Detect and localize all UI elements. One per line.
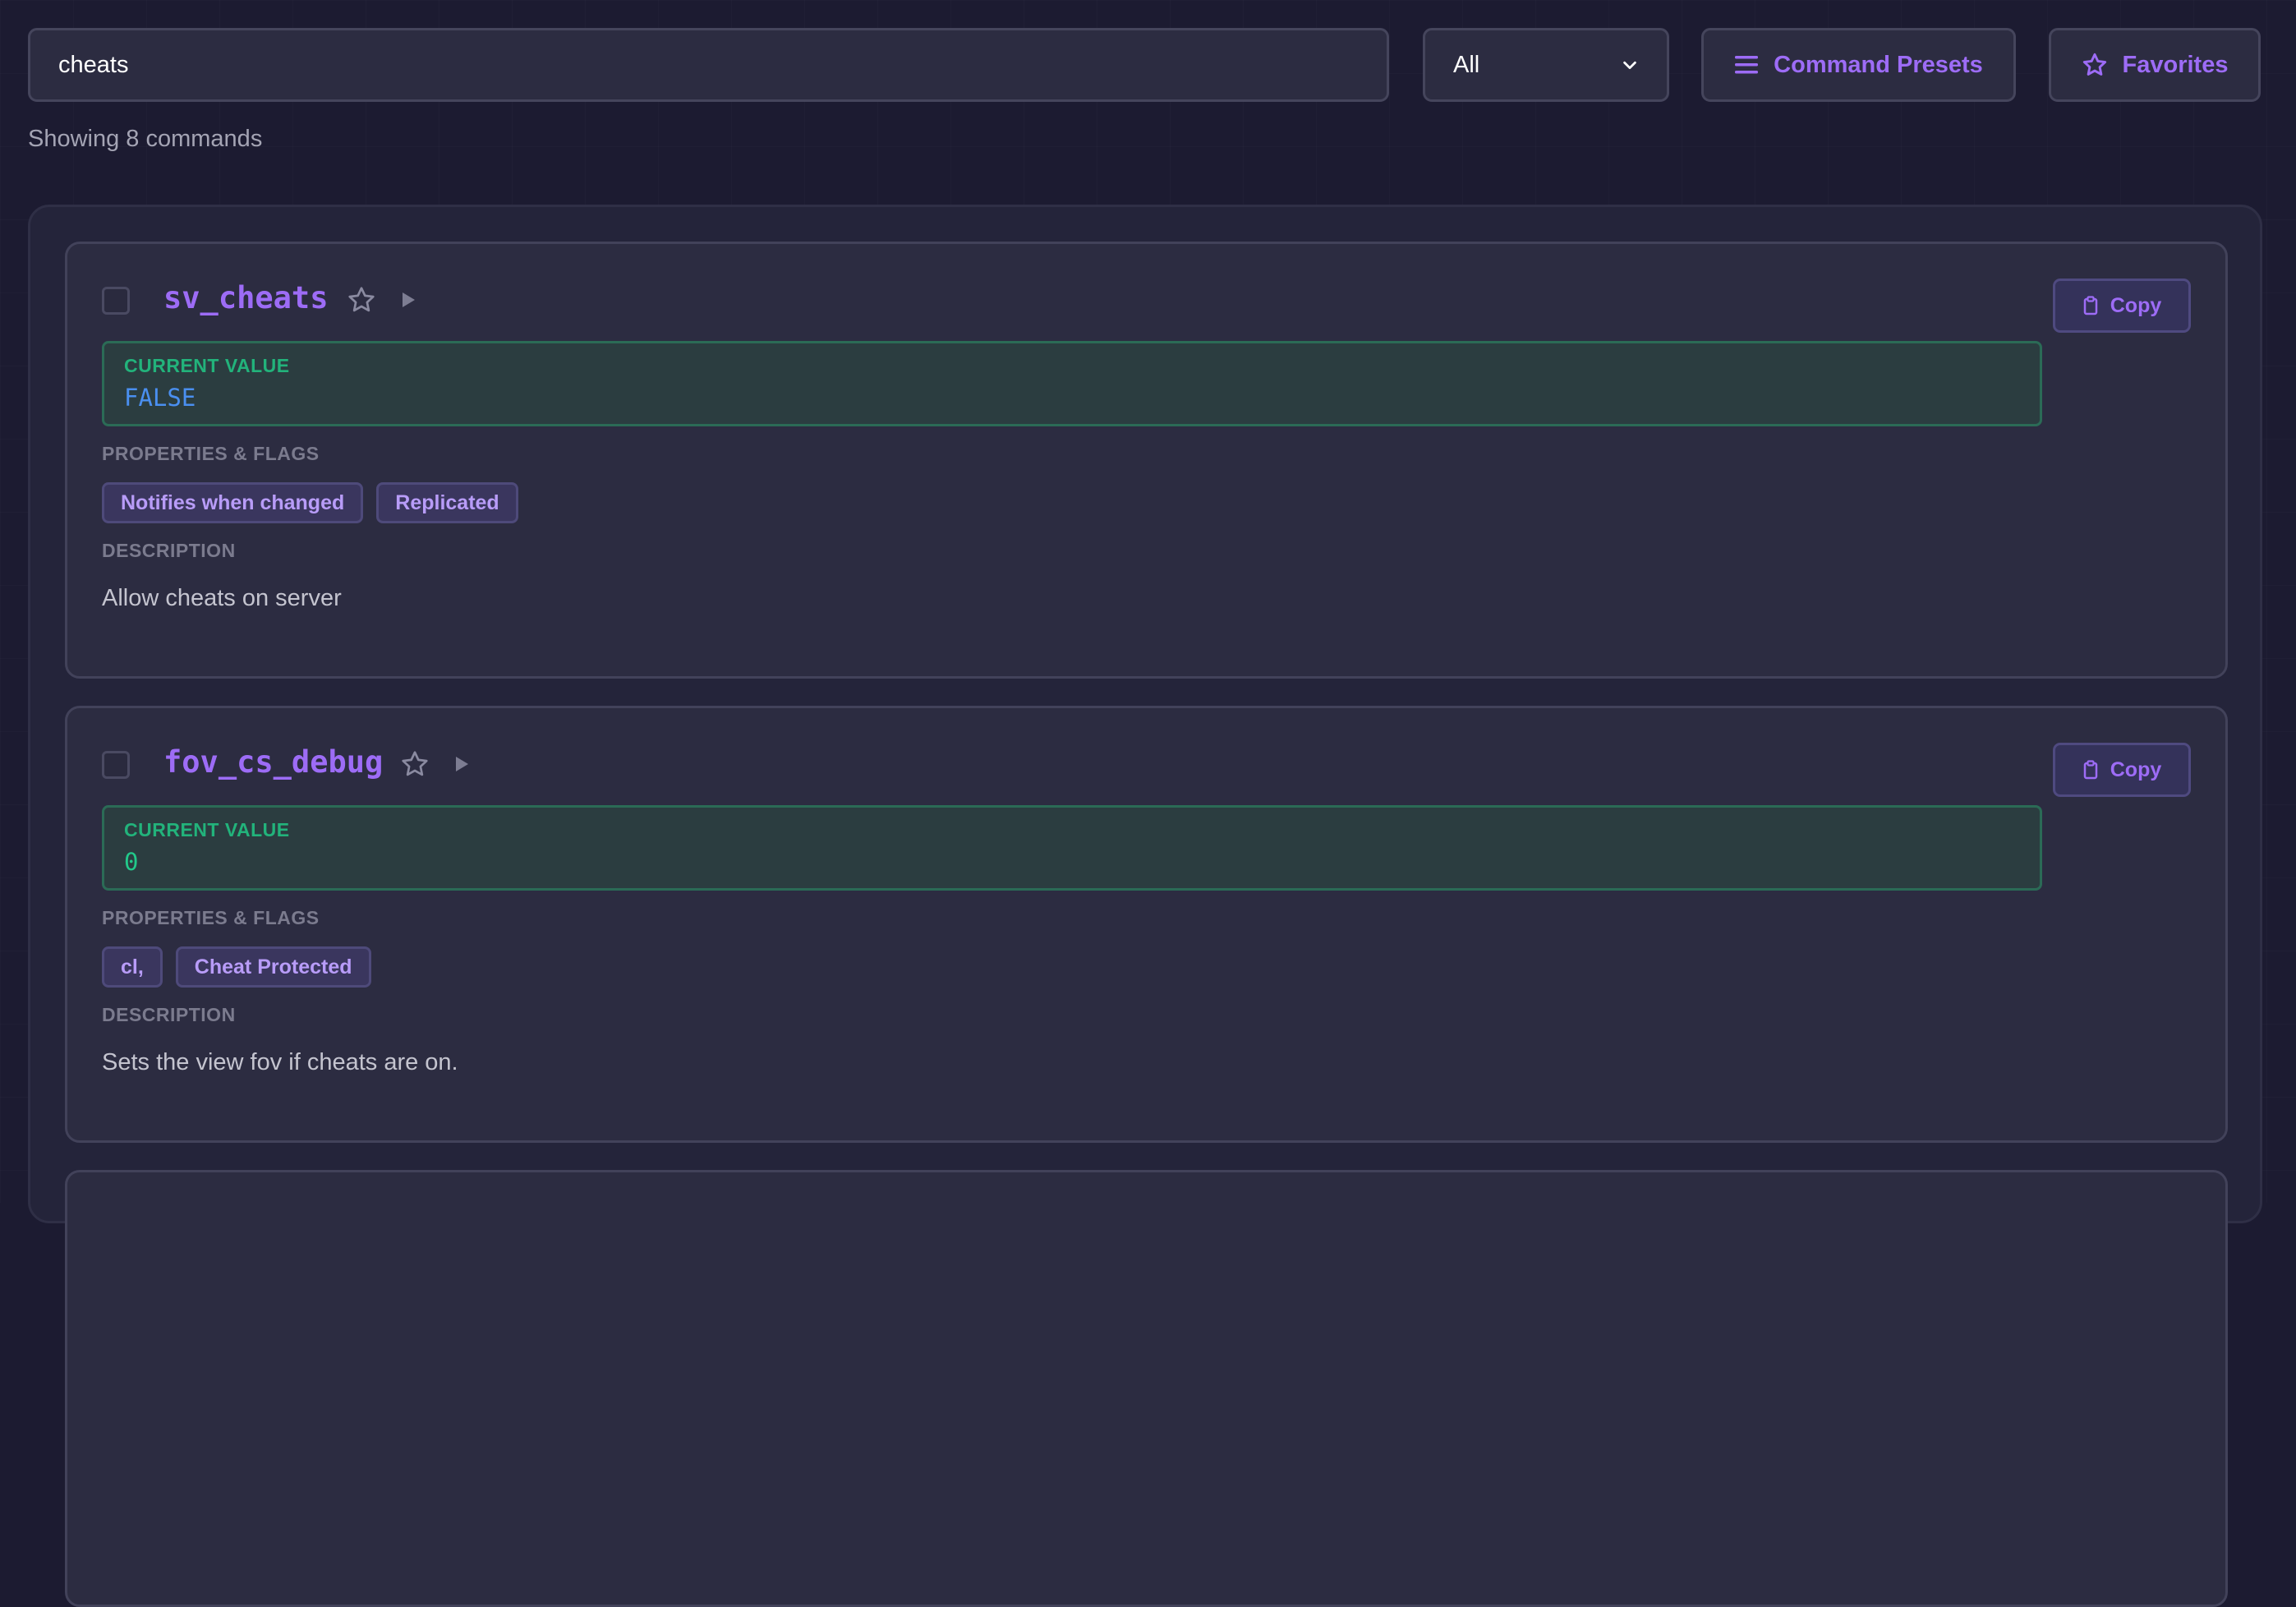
command-presets-label: Command Presets bbox=[1774, 51, 1983, 78]
copy-button[interactable]: Copy bbox=[2053, 743, 2191, 797]
play-icon[interactable] bbox=[446, 749, 476, 779]
copy-label: Copy bbox=[2110, 293, 2162, 317]
current-value-label: CURRENT VALUE bbox=[124, 355, 290, 376]
command-presets-button[interactable]: Command Presets bbox=[1701, 28, 2016, 102]
flag-badge: cl, bbox=[102, 946, 163, 988]
results-count: Showing 8 commands bbox=[28, 126, 263, 152]
current-value: 0 bbox=[124, 848, 139, 876]
favorites-button[interactable]: Favorites bbox=[2049, 28, 2261, 102]
current-value-box: CURRENT VALUE 0 bbox=[102, 805, 2042, 891]
favorites-label: Favorites bbox=[2122, 51, 2229, 78]
flag-badge: Replicated bbox=[376, 482, 518, 523]
chevron-down-icon bbox=[1623, 61, 1636, 70]
description-label: DESCRIPTION bbox=[102, 540, 236, 561]
command-description: Allow cheats on server bbox=[102, 585, 342, 611]
select-checkbox[interactable] bbox=[102, 751, 130, 779]
favorite-star-icon[interactable] bbox=[347, 285, 376, 315]
search-input[interactable] bbox=[28, 28, 1389, 102]
top-toolbar: All Command Presets Favorites bbox=[28, 28, 2262, 102]
properties-label: PROPERTIES & FLAGS bbox=[102, 443, 320, 464]
play-icon[interactable] bbox=[393, 285, 422, 315]
command-name: sv_cheats bbox=[163, 280, 329, 315]
menu-icon bbox=[1735, 56, 1759, 74]
description-label: DESCRIPTION bbox=[102, 1004, 236, 1025]
command-card bbox=[65, 1170, 2228, 1607]
properties-label: PROPERTIES & FLAGS bbox=[102, 907, 320, 928]
clipboard-icon bbox=[2083, 760, 2097, 780]
flag-list: Notifies when changed Replicated bbox=[102, 482, 518, 523]
current-value-box: CURRENT VALUE FALSE bbox=[102, 341, 2042, 426]
select-checkbox[interactable] bbox=[102, 287, 130, 315]
command-description: Sets the view fov if cheats are on. bbox=[102, 1049, 458, 1075]
flag-list: cl, Cheat Protected bbox=[102, 946, 371, 988]
category-filter-value: All bbox=[1453, 51, 1480, 78]
command-card: sv_cheats Copy CURRENT VALUE FALSE PROPE… bbox=[65, 242, 2228, 679]
command-card: fov_cs_debug Copy CURRENT VALUE 0 PROPER… bbox=[65, 706, 2228, 1143]
copy-label: Copy bbox=[2110, 757, 2162, 781]
copy-button[interactable]: Copy bbox=[2053, 279, 2191, 333]
flag-badge: Cheat Protected bbox=[175, 946, 371, 988]
command-name: fov_cs_debug bbox=[163, 744, 384, 780]
clipboard-icon bbox=[2083, 296, 2097, 315]
command-list: sv_cheats Copy CURRENT VALUE FALSE PROPE… bbox=[28, 205, 2262, 1607]
favorite-star-icon[interactable] bbox=[400, 749, 430, 779]
category-filter-select[interactable]: All bbox=[1423, 28, 1669, 102]
current-value-label: CURRENT VALUE bbox=[124, 819, 290, 840]
current-value: FALSE bbox=[124, 384, 196, 412]
star-icon bbox=[2082, 53, 2106, 76]
flag-badge: Notifies when changed bbox=[102, 482, 364, 523]
